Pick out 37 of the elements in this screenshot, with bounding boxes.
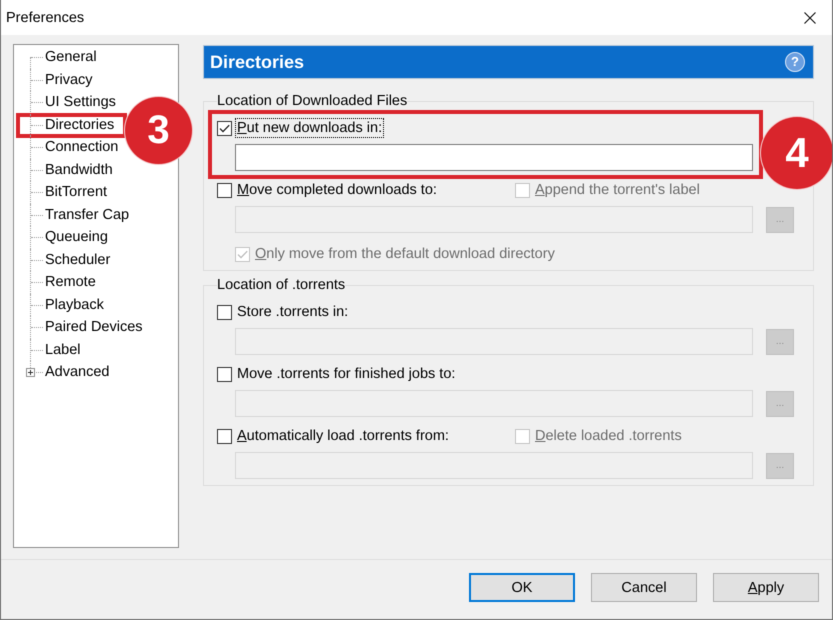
plus-icon[interactable] [26,368,35,378]
section-title: Directories [210,51,304,73]
checkbox-label[interactable]: Move completed downloads to: [236,181,438,199]
tree-item[interactable]: Bandwidth [44,160,114,178]
tree-item[interactable]: Directories [44,116,116,134]
tree-item[interactable]: BitTorrent [44,183,108,201]
callout-badge: 4 [761,117,832,189]
tree-item[interactable]: Remote [44,273,97,291]
checkbox[interactable] [217,182,232,198]
checkbox-label[interactable]: Put new downloads in: [236,119,384,137]
tree-item[interactable]: Paired Devices [44,318,144,336]
close-icon [804,12,816,24]
tree-item[interactable]: Privacy [44,70,94,88]
checkbox-label[interactable]: Automatically load .torrents from: [236,427,450,445]
checkbox[interactable] [217,428,232,444]
checkbox-label[interactable]: Move .torrents for finished jobs to: [236,365,456,383]
window-title: Preferences [6,8,84,26]
dialog-button[interactable]: Apply [713,573,819,602]
group-title: Location of .torrents [217,276,346,294]
checkbox-label[interactable]: Store .torrents in: [236,303,350,321]
dialog-button[interactable]: OK [469,573,575,602]
tree-item[interactable]: UI Settings [44,93,117,111]
tree-item[interactable]: Advanced [44,363,110,381]
group-title: Location of Downloaded Files [217,92,408,110]
callout-badge: 3 [125,96,192,164]
tree-item[interactable]: Connection [44,138,120,156]
dialog-button[interactable]: Cancel [591,573,697,602]
tree-item[interactable]: Transfer Cap [44,206,130,224]
checkbox[interactable] [217,120,232,136]
tree-item[interactable]: Scheduler [44,250,112,268]
tree-item[interactable]: Queueing [44,228,109,246]
tree-item[interactable]: Playback [44,296,105,314]
path-field[interactable] [235,144,753,171]
tree-item[interactable]: General [44,48,98,66]
checkbox[interactable] [217,366,232,382]
checkbox[interactable] [217,304,232,320]
tree-item[interactable]: Label [44,340,82,358]
